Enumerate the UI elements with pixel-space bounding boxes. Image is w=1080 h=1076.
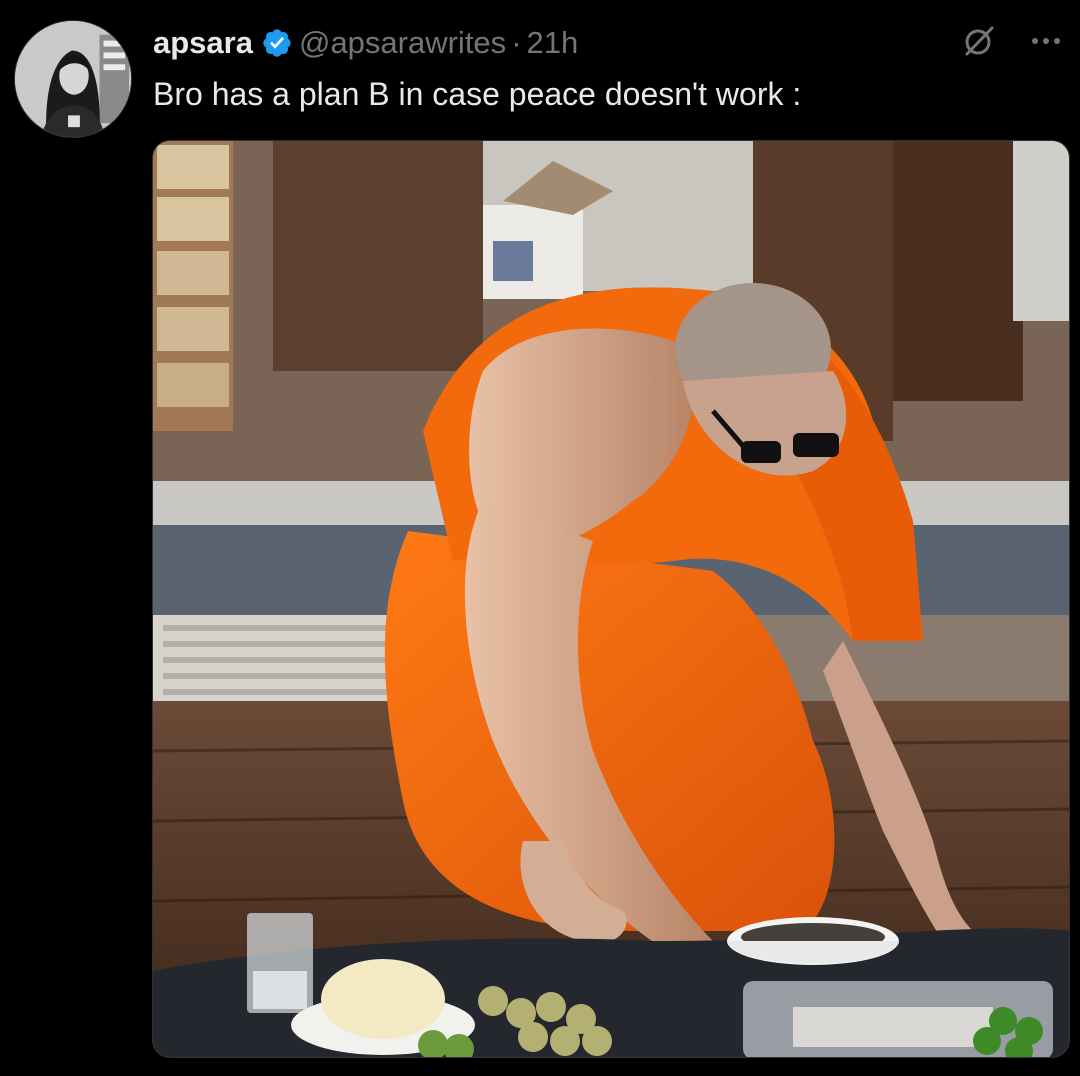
tweet-text: Bro has a plan B in case peace doesn't w… <box>153 76 802 112</box>
more-dot <box>1054 38 1060 44</box>
more-dot <box>1032 38 1038 44</box>
display-name[interactable]: apsara <box>153 25 253 61</box>
more-dot <box>1043 38 1049 44</box>
tweet-header: apsara @apsarawrites · 21h <box>153 22 578 64</box>
avatar[interactable] <box>14 20 132 138</box>
separator-dot: · <box>511 25 522 60</box>
tweet-photo[interactable] <box>152 140 1070 1058</box>
verified-badge-icon[interactable] <box>261 27 293 59</box>
tweet-timestamp[interactable]: 21h <box>527 25 579 61</box>
avatar-photo <box>15 21 131 137</box>
tweet[interactable]: apsara @apsarawrites · 21h Bro has a pla… <box>0 0 1080 1076</box>
monk-photo-illustration <box>153 141 1069 1057</box>
author-handle[interactable]: @apsarawrites <box>299 25 506 61</box>
more-options-icon[interactable] <box>1026 26 1066 56</box>
grok-icon[interactable] <box>962 24 996 58</box>
